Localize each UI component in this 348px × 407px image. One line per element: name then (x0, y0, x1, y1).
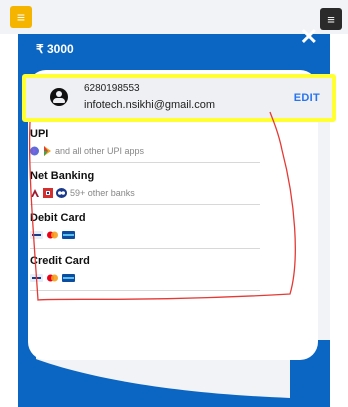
bottom-blue-wave (18, 352, 290, 407)
